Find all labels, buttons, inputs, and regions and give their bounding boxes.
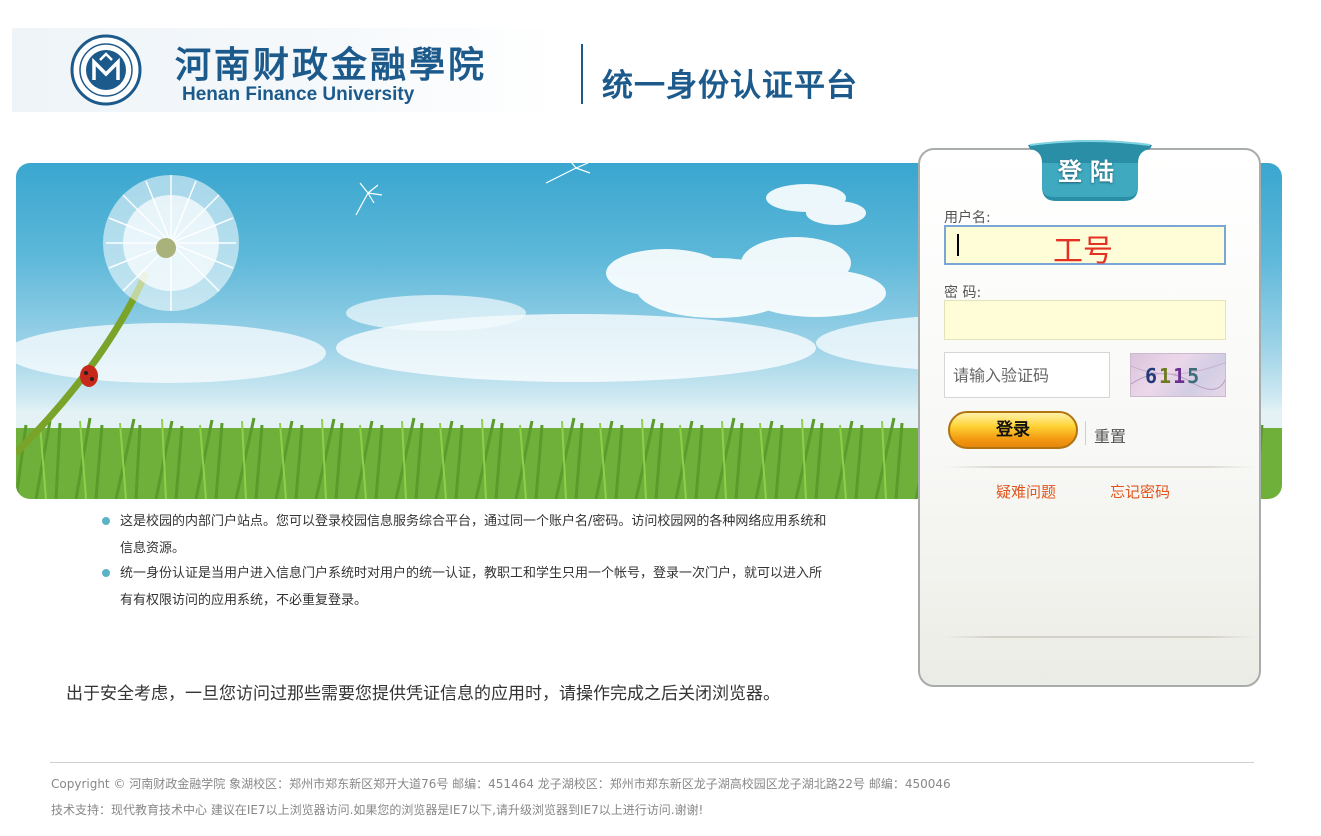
panel-divider-bottom xyxy=(944,636,1256,638)
username-hint: 工号 xyxy=(1053,234,1113,269)
button-separator xyxy=(1085,421,1086,445)
panel-divider xyxy=(944,466,1256,468)
school-name-cn: 河南财政金融學院 xyxy=(175,44,488,86)
password-input[interactable] xyxy=(944,300,1226,340)
footer-tech-support: 技术支持：现代教育技术中心 建议在IE7以上浏览器访问.如果您的浏览器是IE7以… xyxy=(51,803,704,817)
bullet-icon xyxy=(102,569,110,577)
login-button[interactable]: 登录 xyxy=(948,411,1078,449)
bullet-icon xyxy=(102,517,110,525)
text-cursor xyxy=(957,234,959,256)
forgot-password-link[interactable]: 忘记密码 xyxy=(1110,481,1170,502)
footer-copyright: Copyright © 河南财政金融学院 象湖校区：郑州市郑东新区郑开大道76号… xyxy=(51,777,951,791)
reset-button[interactable]: 重置 xyxy=(1094,423,1126,447)
notice-portal: 这是校园的内部门户站点。您可以登录校园信息服务综合平台，通过同一个账户名/密码。… xyxy=(120,514,827,556)
platform-title: 统一身份认证平台 xyxy=(602,68,858,104)
header-divider xyxy=(581,44,583,104)
captcha-input[interactable] xyxy=(944,352,1110,398)
footer-divider xyxy=(50,762,1254,763)
security-note: 出于安全考虑，一旦您访问过那些需要您提供凭证信息的应用时，请操作完成之后关闭浏览… xyxy=(66,684,780,704)
notice-sso: 统一身份认证是当用户进入信息门户系统时对用户的统一认证，教职工和学生只用一个帐号… xyxy=(120,566,823,608)
university-seal-logo xyxy=(70,34,142,106)
captcha-image[interactable]: 6115 xyxy=(1130,353,1226,397)
login-tab-label: 登陆 xyxy=(1058,158,1122,186)
school-name-en: Henan Finance University xyxy=(182,84,415,105)
help-link[interactable]: 疑难问题 xyxy=(996,481,1056,502)
username-label: 用户名: xyxy=(944,210,991,226)
password-label: 密 码: xyxy=(944,285,982,301)
captcha-code: 6115 xyxy=(1145,364,1202,388)
